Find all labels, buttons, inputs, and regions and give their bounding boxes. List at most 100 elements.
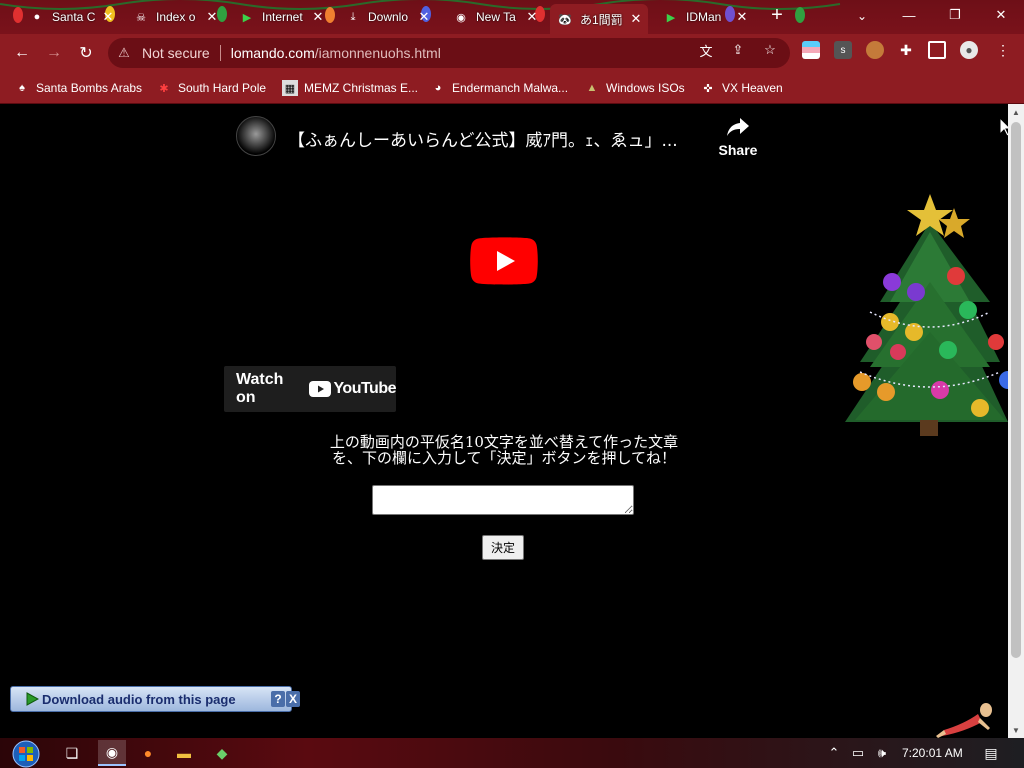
tab-label: あ1間罰 — [580, 12, 623, 27]
youtube-wordmark: YouTube — [333, 380, 396, 397]
santa-icon: ♠ — [19, 82, 25, 94]
bookmark-memz-christmas[interactable]: ▦ MEMZ Christmas E... — [282, 76, 418, 100]
volume-icon[interactable]: 🕪 — [874, 745, 890, 761]
close-download-bar-button[interactable]: X — [286, 691, 300, 707]
tab-close-icon[interactable]: ✕ — [736, 10, 748, 23]
menu-kebab-icon[interactable]: ⋮ — [994, 41, 1012, 59]
submit-button[interactable]: 決定 — [482, 535, 524, 560]
green-flag-icon: ▶ — [242, 11, 252, 24]
bookmark-star-icon[interactable]: ☆ — [762, 42, 778, 58]
extension-avatar-icon[interactable] — [866, 41, 884, 59]
share-page-icon[interactable]: ⇪ — [730, 42, 746, 58]
panda-icon: ◕ — [434, 82, 442, 94]
task-view-icon[interactable]: ❏ — [58, 740, 86, 766]
channel-avatar[interactable] — [236, 116, 276, 156]
address-bar[interactable]: ⚠ Not secure lomando.com /iamonnenuohs.h… — [108, 38, 790, 68]
tab-idman[interactable]: ▶ IDMan ✕ — [656, 4, 754, 30]
translate-icon[interactable]: 文 — [698, 42, 714, 59]
tab-label: New Ta — [476, 10, 516, 24]
taskbar-clock[interactable]: 7:20:01 AM — [902, 746, 963, 760]
watch-on-youtube-button[interactable]: Watch on YouTube — [224, 366, 396, 412]
extensions-puzzle-icon[interactable]: ✚ — [897, 41, 915, 59]
taskbar-app-icon[interactable]: ◆ — [208, 740, 236, 766]
bookmark-label: VX Heaven — [722, 81, 783, 95]
bookmark-label: MEMZ Christmas E... — [304, 81, 419, 95]
omnibox-divider — [219, 45, 221, 61]
bookmark-label: Santa Bombs Arabs — [36, 81, 143, 95]
instruction-line-1: 上の動画内の平仮名10文字を並べ替えて作った文章 — [329, 433, 679, 451]
tab-close-icon[interactable]: ✕ — [630, 12, 642, 25]
back-arrow-icon[interactable]: ← — [10, 41, 34, 65]
scroll-up-arrow-icon[interactable]: ▲ — [1008, 104, 1024, 120]
network-icon[interactable]: ▭ — [850, 745, 866, 761]
share-button[interactable]: Share — [716, 116, 760, 164]
show-hidden-icons-chevron-icon[interactable]: ⌃ — [826, 745, 842, 761]
close-window-button[interactable]: ✕ — [978, 0, 1024, 30]
tab-close-icon[interactable]: ✕ — [312, 10, 324, 23]
tab-active[interactable]: 🐼 あ1間罰 ✕ — [550, 4, 648, 34]
tree-icon: ▲ — [586, 82, 598, 94]
forward-arrow-icon[interactable]: → — [42, 41, 66, 65]
youtube-play-button-icon[interactable] — [470, 237, 538, 285]
scroll-thumb[interactable] — [1011, 122, 1021, 658]
url-host[interactable]: lomando.com — [231, 45, 315, 61]
tab-label: IDMan — [686, 10, 722, 24]
tab-close-icon[interactable]: ✕ — [206, 10, 218, 23]
youtube-logo: YouTube — [309, 380, 396, 398]
share-label: Share — [718, 142, 758, 158]
tab-close-icon[interactable]: ✕ — [102, 10, 114, 23]
page-scrollbar[interactable]: ▲ ▼ — [1008, 104, 1024, 738]
bookmark-label: Windows ISOs — [606, 81, 685, 95]
tab-internet[interactable]: ▶ Internet ✕ — [232, 4, 330, 30]
reload-icon[interactable]: ↻ — [74, 41, 98, 65]
taskbar: ❏ ◉ ● ▬ ◆ ⌃ ▭ 🕪 7:20:01 AM ▤ — [0, 738, 1024, 768]
tab-close-icon[interactable]: ✕ — [418, 10, 430, 23]
bookmark-santa-bombs-arabs[interactable]: ♠ Santa Bombs Arabs — [14, 76, 142, 100]
answer-textarea[interactable] — [372, 485, 634, 515]
tab-search-chevron-icon[interactable]: ⌄ — [852, 6, 872, 26]
christmas-ornament-icon: ● — [33, 11, 41, 23]
snowflake-icon: ✱ — [159, 82, 169, 95]
tab-new-tab[interactable]: ◉ New Ta ✕ — [446, 4, 544, 30]
bookmark-south-hard-pole[interactable]: ✱ South Hard Pole — [156, 76, 266, 100]
tab-santa[interactable]: ● Santa C ✕ — [22, 4, 120, 30]
download-audio-bar[interactable]: Download audio from this page ? X — [10, 686, 300, 712]
tab-label: Index o — [156, 10, 196, 24]
tab-close-icon[interactable]: ✕ — [526, 10, 538, 23]
url-path[interactable]: /iamonnenuohs.html — [315, 45, 441, 61]
vx-icon: ✜ — [703, 82, 713, 95]
help-button[interactable]: ? — [271, 691, 285, 707]
tab-download[interactable]: ⤓ Downlo ✕ — [338, 4, 436, 30]
instructions-text: 上の動画内の平仮名10文字を並べ替えて作った文章 を、下の欄に入力して「決定」ボ… — [300, 434, 708, 466]
bookmark-endermanch-malware[interactable]: ◕ Endermanch Malwa... — [430, 76, 568, 100]
page-content: 【ふぁんしーあいらんど公式】威ｱ門。ｪ、ゑュ」... Share Watch o… — [0, 104, 1008, 738]
restore-button[interactable]: ❐ — [932, 0, 978, 30]
video-title[interactable]: 【ふぁんしーあいらんど公式】威ｱ門。ｪ、ゑュ」... — [288, 126, 708, 151]
scroll-down-arrow-icon[interactable]: ▼ — [1008, 722, 1024, 738]
bookmark-label: Endermanch Malwa... — [452, 81, 569, 95]
tab-index[interactable]: ☠ Index o ✕ — [126, 4, 224, 30]
bookmarks-bar: ♠ Santa Bombs Arabs ✱ South Hard Pole ▦ … — [0, 72, 1024, 104]
profile-icon[interactable]: ● — [960, 41, 978, 59]
decorative-figure-image — [936, 703, 992, 738]
extension-s-icon[interactable]: s — [834, 41, 852, 59]
screen: ● Santa C ✕ ☠ Index o ✕ ▶ Internet ✕ ⤓ D… — [0, 0, 1024, 768]
notification-center-icon[interactable]: ▤ — [982, 744, 1000, 762]
side-panel-icon[interactable] — [928, 41, 946, 59]
security-label[interactable]: Not secure — [142, 45, 210, 61]
play-triangle-icon — [26, 692, 39, 706]
watch-on-label: Watch on — [236, 371, 284, 406]
bookmark-windows-isos[interactable]: ▲ Windows ISOs — [584, 76, 685, 100]
extension-flag-icon[interactable] — [802, 41, 820, 59]
windows-start-orb-icon[interactable] — [8, 738, 44, 768]
taskbar-chrome-icon[interactable]: ◉ — [98, 740, 126, 766]
chrome-icon: ◉ — [456, 11, 466, 24]
bookmark-vx-heaven[interactable]: ✜ VX Heaven — [700, 76, 783, 100]
warning-triangle-icon[interactable]: ⚠ — [116, 45, 132, 61]
taskbar-file-explorer-icon[interactable]: ▬ — [170, 740, 198, 766]
tab-label: Downlo — [368, 10, 409, 24]
christmas-tree-decoration — [845, 194, 1008, 436]
minimize-button[interactable]: — — [886, 0, 932, 30]
new-tab-button[interactable]: + — [767, 5, 787, 26]
taskbar-firefox-icon[interactable]: ● — [134, 740, 162, 766]
